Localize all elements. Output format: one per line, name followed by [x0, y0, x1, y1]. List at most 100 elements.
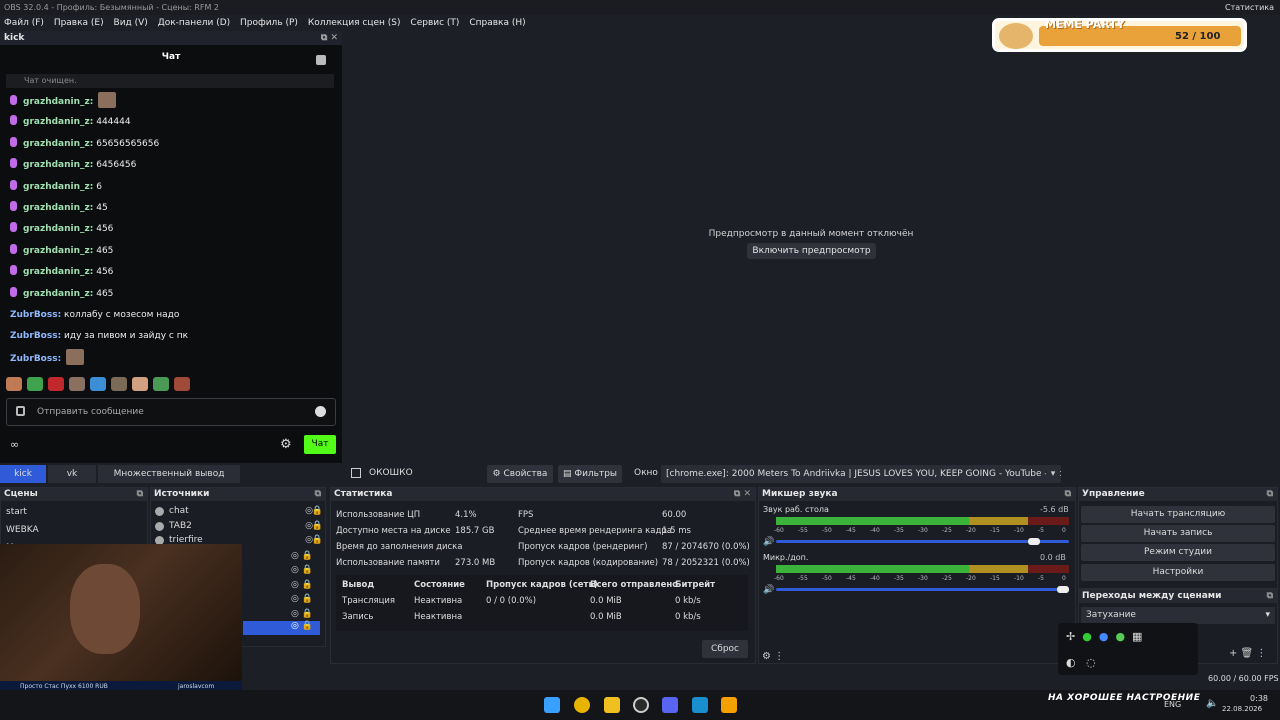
chat-username[interactable]: ZubrBoss:	[10, 354, 61, 364]
speaker-icon[interactable]: 🔊	[763, 585, 774, 595]
menu-view[interactable]: Вид (V)	[114, 18, 148, 28]
app-icon-3[interactable]	[721, 697, 737, 713]
discord-icon[interactable]	[662, 697, 678, 713]
person-face	[70, 564, 140, 654]
volume-slider[interactable]	[776, 538, 1069, 545]
emote[interactable]	[174, 377, 190, 391]
obs-icon[interactable]	[633, 697, 649, 713]
chat-username[interactable]: grazhdanin_z:	[23, 97, 93, 107]
menu-scene-collection[interactable]: Коллекция сцен (S)	[308, 18, 401, 28]
source-item[interactable]: chat ◎ 🔒	[151, 504, 325, 519]
chat-username[interactable]: grazhdanin_z:	[23, 289, 93, 299]
volume-slider-handle[interactable]	[1028, 538, 1040, 545]
start-streaming-button[interactable]: Начать трансляцию	[1081, 506, 1275, 523]
start-recording-button[interactable]: Начать запись	[1081, 525, 1275, 542]
dock-float-icon[interactable]: ⧉	[1065, 488, 1071, 501]
users-icon[interactable]	[316, 55, 326, 65]
chat-username[interactable]: grazhdanin_z:	[23, 160, 93, 170]
menu-profile[interactable]: Профиль (P)	[240, 18, 298, 28]
lock-icon[interactable]: 🔒	[312, 504, 323, 519]
volume-slider-handle[interactable]	[1057, 586, 1069, 593]
window-select[interactable]: [chrome.exe]: 2000 Meters To Andriivka |…	[661, 465, 1061, 483]
tab-multi-output[interactable]: Множественный вывод	[98, 465, 240, 483]
language-indicator[interactable]: ENG	[1164, 700, 1181, 709]
controls-header: Управление ⧉	[1079, 488, 1277, 501]
meter-green	[776, 517, 969, 525]
send-chat-button[interactable]: Чат	[304, 435, 336, 454]
tab-kick[interactable]: kick	[0, 465, 46, 483]
menu-file[interactable]: Файл (F)	[4, 18, 44, 28]
chat-username[interactable]: grazhdanin_z:	[23, 267, 93, 277]
menu-tools[interactable]: Сервис (T)	[410, 18, 459, 28]
chat-message-input[interactable]: Отправить сообщение	[6, 398, 336, 426]
lock-icon[interactable]: 🔒	[312, 533, 323, 548]
stat-label: Использование ЦП	[336, 510, 421, 520]
dock-float-icon[interactable]: ⧉	[1267, 590, 1273, 603]
dock-close-icon[interactable]: ⧉ ✕	[734, 488, 751, 501]
emote[interactable]	[6, 377, 22, 391]
menu-edit[interactable]: Правка (E)	[54, 18, 104, 28]
window-title-bar: OBS 32.0.4 - Профиль: Безымянный - Сцены…	[0, 0, 1280, 15]
meter-tick: -55	[798, 575, 808, 582]
stats-link[interactable]: Статистика	[1225, 0, 1274, 15]
chat-username[interactable]: grazhdanin_z:	[23, 203, 93, 213]
dock-float-close-icon[interactable]: ⧉ ✕	[321, 31, 338, 45]
emote[interactable]	[153, 377, 169, 391]
tray-app-icons[interactable]: ✢ ● ● ● ▦	[1066, 630, 1142, 643]
mixer-settings-icon[interactable]: ⚙ ⋮	[762, 651, 784, 662]
transition-add-remove-icons[interactable]: + 🗑 ⋮	[1229, 648, 1266, 659]
chat-text: 465	[96, 288, 114, 299]
app-icon[interactable]	[604, 697, 620, 713]
volume-slider[interactable]	[776, 586, 1069, 593]
dock-float-icon[interactable]: ⧉	[137, 488, 143, 501]
chat-username[interactable]: grazhdanin_z:	[23, 182, 93, 192]
scene-item[interactable]: WEBKA	[1, 523, 147, 538]
emote[interactable]	[132, 377, 148, 391]
app-icon-2[interactable]	[692, 697, 708, 713]
eye-icon[interactable]: ◎ 🔒	[291, 580, 313, 590]
chat-username[interactable]: grazhdanin_z:	[23, 246, 93, 256]
enable-preview-button[interactable]: Включить предпросмотр	[747, 243, 876, 259]
chevron-down-icon[interactable]: ▾	[1046, 465, 1060, 483]
emoji-icon[interactable]	[315, 406, 326, 417]
tray-app-icons-row2[interactable]: ◐ ◌	[1066, 656, 1096, 669]
eye-icon[interactable]: ◎ 🔒	[291, 621, 313, 631]
studio-mode-button[interactable]: Режим студии	[1081, 544, 1275, 561]
chat-username[interactable]: ZubrBoss:	[10, 310, 61, 320]
reset-stats-button[interactable]: Сброс	[702, 640, 748, 658]
settings-button[interactable]: Настройки	[1081, 564, 1275, 581]
volume-icon[interactable]: 🔈	[1206, 698, 1218, 709]
eye-icon[interactable]: ◎ 🔒	[291, 609, 313, 619]
dock-float-icon[interactable]: ⧉	[315, 488, 321, 501]
transition-select[interactable]: Затухание ▾	[1081, 607, 1275, 624]
emote[interactable]	[69, 377, 85, 391]
speaker-icon[interactable]: 🔊	[763, 537, 774, 547]
emote[interactable]	[27, 377, 43, 391]
chat-username[interactable]: grazhdanin_z:	[23, 224, 93, 234]
dock-float-icon[interactable]: ⧉	[1267, 488, 1273, 501]
source-item[interactable]: TAB2 ◎ 🔒	[151, 519, 325, 534]
filters-button[interactable]: ▤ Фильтры	[558, 465, 622, 483]
chat-username[interactable]: ZubrBoss:	[10, 331, 61, 341]
emote[interactable]	[48, 377, 64, 391]
chat-username[interactable]: grazhdanin_z:	[23, 139, 93, 149]
preview-disabled-text: Предпросмотр в данный момент отключён	[708, 229, 914, 239]
chat-header: Чат	[161, 52, 181, 62]
gear-icon[interactable]: ⚙	[280, 437, 292, 452]
lock-icon[interactable]: 🔒	[312, 519, 323, 534]
eye-icon[interactable]: ◎ 🔒	[291, 594, 313, 604]
menu-docks[interactable]: Док-панели (D)	[158, 18, 230, 28]
emote[interactable]	[111, 377, 127, 391]
emote[interactable]	[90, 377, 106, 391]
loop-icon[interactable]: ∞	[10, 438, 19, 451]
chat-username[interactable]: grazhdanin_z:	[23, 117, 93, 127]
chrome-icon[interactable]	[574, 697, 590, 713]
menu-help[interactable]: Справка (H)	[469, 18, 525, 28]
properties-button[interactable]: ⚙ Свойства	[487, 465, 553, 483]
scene-item[interactable]: start	[1, 505, 147, 520]
windows-start-icon[interactable]	[544, 697, 560, 713]
chat-rules-icon[interactable]	[16, 406, 25, 416]
eye-icon[interactable]: ◎ 🔒	[291, 565, 313, 575]
tab-vk[interactable]: vk	[48, 465, 96, 483]
eye-icon[interactable]: ◎ 🔒	[291, 551, 313, 561]
